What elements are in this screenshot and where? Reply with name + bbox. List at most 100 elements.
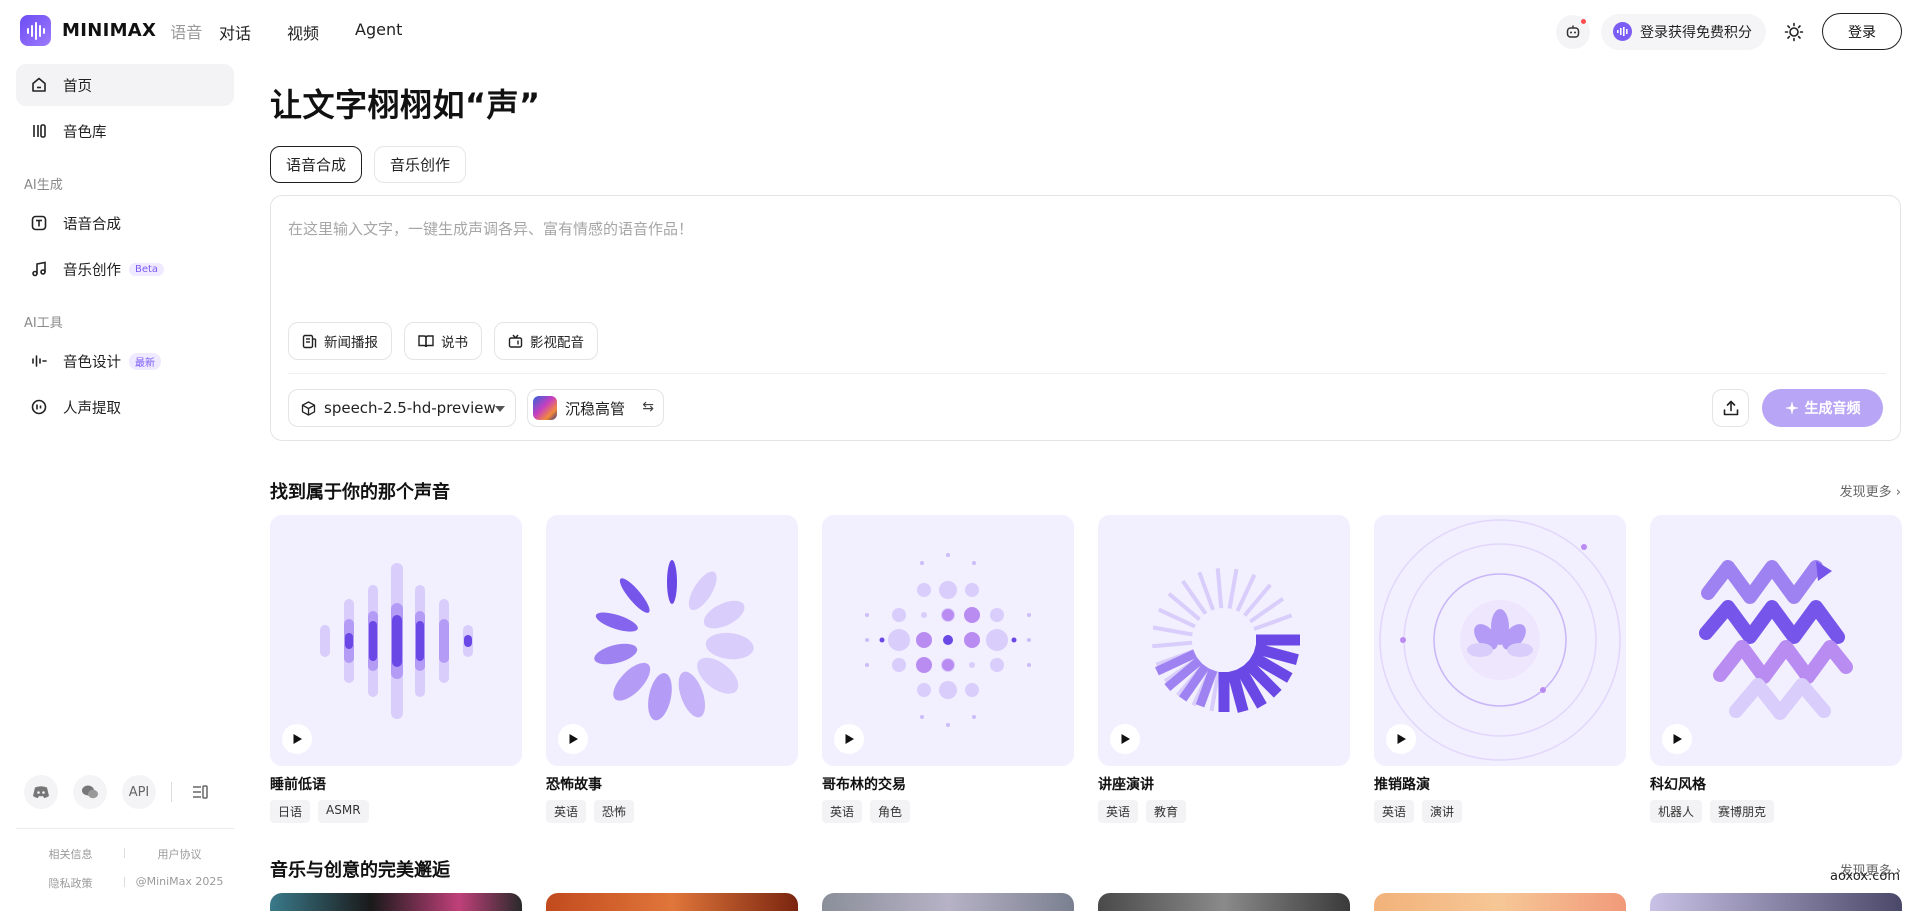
card-title: 睡前低语 <box>270 777 326 793</box>
sidebar-item-voice-extract[interactable]: 人声提取 <box>16 386 234 428</box>
model-select[interactable]: speech-2.5-hd-preview <box>288 389 516 427</box>
watermark: aoxox.com <box>1830 869 1900 884</box>
model-select-value: speech-2.5-hd-preview <box>324 399 496 417</box>
free-credits-button[interactable]: 登录获得免费积分 <box>1601 13 1766 50</box>
card-title: 哥布林的交易 <box>822 777 906 793</box>
generate-label: 生成音频 <box>1804 401 1861 417</box>
section-title-music: 音乐与创意的完美邂逅 <box>270 860 450 881</box>
divider <box>16 828 234 829</box>
music-card-thumbnail[interactable] <box>822 893 1074 911</box>
notification-dot <box>1581 18 1586 24</box>
voice-card[interactable]: 讲座演讲 英语 教育 <box>1098 515 1350 823</box>
tab-music-creation[interactable]: 音乐创作 <box>374 146 467 183</box>
divider <box>124 848 125 858</box>
sidebar-item-voice-library[interactable]: 音色库 <box>16 110 234 152</box>
sidebar-item-label: 音色库 <box>63 124 107 141</box>
library-icon <box>28 120 50 142</box>
discord-icon[interactable] <box>24 775 58 809</box>
tag: 赛博朋克 <box>1710 800 1775 823</box>
nav-chat[interactable]: 对话 <box>219 20 251 44</box>
beta-badge: Beta <box>129 262 165 276</box>
tag: ASMR <box>318 800 369 823</box>
wechat-icon[interactable] <box>73 775 107 809</box>
section-ai-tools: AI工具 <box>24 316 63 331</box>
sidebar-item-home[interactable]: 首页 <box>16 64 234 106</box>
tag: 英语 <box>822 800 863 823</box>
tag: 日语 <box>270 800 311 823</box>
play-button[interactable] <box>558 724 588 754</box>
chip-storytelling[interactable]: 说书 <box>404 322 482 360</box>
music-card-thumbnail[interactable] <box>1650 893 1902 911</box>
voice-design-icon <box>28 350 50 372</box>
top-right-actions: 登录获得免费积分 登录 <box>1556 13 1902 50</box>
swap-icon[interactable]: ⇆ <box>642 399 654 415</box>
music-card-thumbnail[interactable] <box>1374 893 1626 911</box>
card-artwork <box>1098 515 1350 766</box>
sidebar-item-music-creation[interactable]: 音乐创作 Beta <box>16 248 234 290</box>
sidebar-item-label: 音乐创作 <box>63 262 121 279</box>
card-artwork <box>1650 515 1902 766</box>
music-card-thumbnail[interactable] <box>546 893 798 911</box>
sidebar-item-label: 语音合成 <box>63 216 121 233</box>
api-link[interactable]: API <box>122 775 156 809</box>
tag: 角色 <box>870 800 911 823</box>
upload-button[interactable] <box>1712 389 1749 427</box>
home-icon <box>28 74 50 96</box>
tag: 教育 <box>1146 800 1187 823</box>
card-tags: 英语 恐怖 <box>546 800 798 823</box>
card-title: 科幻风格 <box>1650 777 1706 793</box>
tab-speech-synthesis[interactable]: 语音合成 <box>270 146 363 183</box>
sidebar-item-label: 音色设计 <box>63 354 121 371</box>
play-button[interactable] <box>1662 724 1692 754</box>
sidebar-item-speech-synthesis[interactable]: 语音合成 <box>16 202 234 244</box>
login-button[interactable]: 登录 <box>1822 13 1902 50</box>
music-card-thumbnail[interactable] <box>1098 893 1350 911</box>
notification-button[interactable] <box>1556 14 1590 49</box>
divider <box>124 877 125 887</box>
play-button[interactable] <box>1386 724 1416 754</box>
sidebar-social-links: API <box>24 775 210 809</box>
music-card-thumbnail[interactable] <box>270 893 522 911</box>
footer-links-row-1: 相关信息 用户协议 <box>16 846 234 862</box>
waveform-logo-icon <box>20 15 51 46</box>
related-info-link[interactable]: 相关信息 <box>16 846 125 862</box>
sidebar-item-label: 首页 <box>63 78 92 95</box>
nav-video[interactable]: 视频 <box>287 20 319 44</box>
sparkle-icon <box>1784 401 1799 415</box>
chip-label: 说书 <box>441 335 468 351</box>
voice-card[interactable]: 科幻风格 机器人 赛博朋克 <box>1650 515 1902 823</box>
cube-icon <box>301 400 316 416</box>
nav-agent[interactable]: Agent <box>355 20 402 44</box>
play-button[interactable] <box>282 724 312 754</box>
chip-dubbing[interactable]: 影视配音 <box>494 322 598 360</box>
play-button[interactable] <box>834 724 864 754</box>
play-icon <box>293 734 302 744</box>
voice-card[interactable]: 哥布林的交易 英语 角色 <box>822 515 1074 823</box>
text-input[interactable]: 在这里输入文字，一键生成声调各异、富有情感的语音作品！ <box>288 218 693 239</box>
text-editor-panel: 在这里输入文字，一键生成声调各异、富有情感的语音作品！ 新闻播报 说书 影视配音… <box>270 195 1901 441</box>
chevron-down-icon <box>495 406 505 412</box>
privacy-link[interactable]: 隐私政策 <box>16 875 125 891</box>
play-button[interactable] <box>1110 724 1140 754</box>
product-name: 语音 <box>170 22 203 42</box>
tag: 恐怖 <box>594 800 635 823</box>
card-tags: 机器人 赛博朋克 <box>1650 800 1902 823</box>
card-artwork <box>270 515 522 766</box>
voice-card[interactable]: 恐怖故事 英语 恐怖 <box>546 515 798 823</box>
voice-card[interactable]: 睡前低语 日语 ASMR <box>270 515 522 823</box>
sidebar: 首页 音色库 AI生成 语音合成 音乐创作 Beta AI工具 音色设计 最新 … <box>0 64 250 911</box>
section-title-voices: 找到属于你的那个声音 <box>270 482 450 503</box>
brand-logo[interactable]: MINIMAX 语音 <box>20 15 202 46</box>
generate-audio-button[interactable]: 生成音频 <box>1762 389 1883 427</box>
voice-select[interactable]: 沉稳高管 ⇆ <box>527 389 664 427</box>
user-agreement-link[interactable]: 用户协议 <box>125 846 234 862</box>
sidebar-item-voice-design[interactable]: 音色设计 最新 <box>16 340 234 382</box>
discover-more-link[interactable]: 发现更多 › <box>1840 481 1901 500</box>
collapse-sidebar-icon[interactable] <box>190 782 210 802</box>
theme-toggle[interactable] <box>1780 18 1808 46</box>
page-title: 让文字栩栩如“声” <box>270 86 541 124</box>
section-ai-generation: AI生成 <box>24 178 63 193</box>
voice-card[interactable]: 推销路演 英语 演讲 <box>1374 515 1626 823</box>
play-icon <box>569 734 578 744</box>
chip-news[interactable]: 新闻播报 <box>288 322 392 360</box>
